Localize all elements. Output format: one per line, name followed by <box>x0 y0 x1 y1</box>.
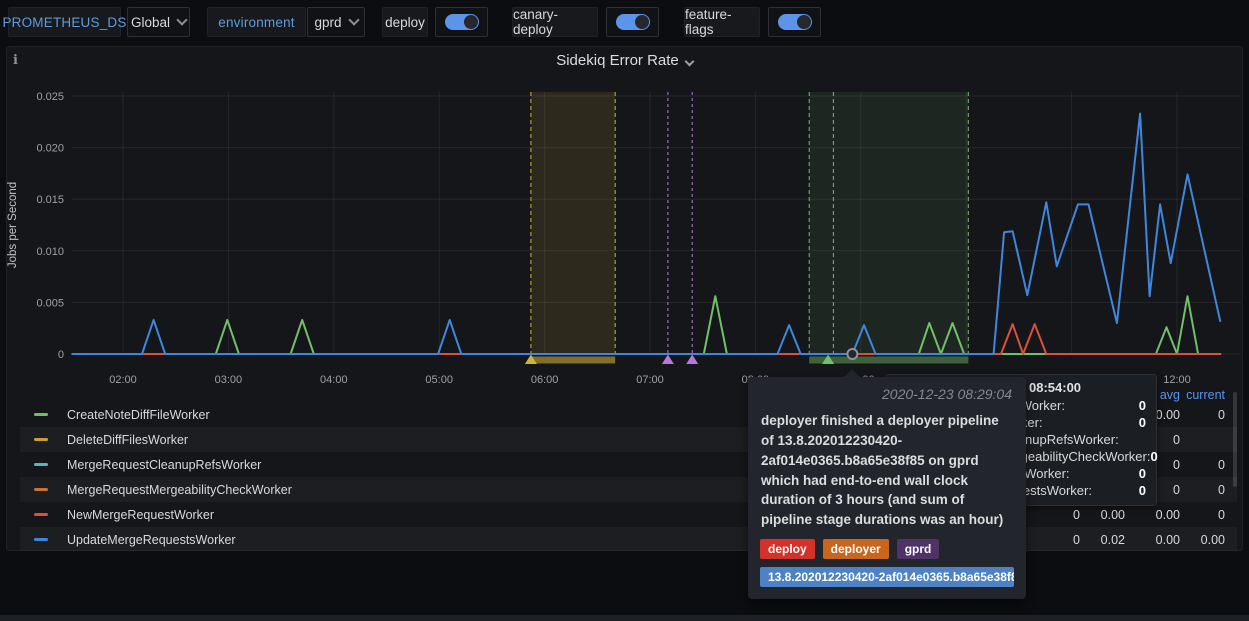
legend-series-name[interactable]: NewMergeRequestWorker <box>67 508 214 522</box>
legend-value-current: 0 <box>1218 458 1225 472</box>
x-axis-tick-label: 03:00 <box>215 374 243 386</box>
hover-series-value: 0 <box>1150 449 1157 464</box>
annotation-region <box>531 92 615 354</box>
x-axis-tick-label: 05:00 <box>425 374 453 386</box>
global-dropdown[interactable]: Global <box>127 7 190 37</box>
panel-title[interactable]: Sidekiq Error Rate <box>0 52 1249 69</box>
annotation-tag: 13.8.202012230420-2af014e0365.b8a65e38f8… <box>760 567 1014 587</box>
hover-series-value: 0 <box>1139 415 1146 430</box>
legend-value-avg: 0.00 <box>1156 408 1180 422</box>
annotation-region <box>809 92 968 354</box>
annotation-tags: deploy deployer gprd 13.8.202012230420-2af0… <box>748 539 1026 599</box>
series-line-UpdateMergeRequestsWorker <box>72 114 1220 355</box>
hover-series-value: 0 <box>1139 466 1146 481</box>
legend-series-marker <box>34 463 48 466</box>
legend-value-current: 0.00 <box>1201 533 1225 547</box>
legend-value-max: 0.02 <box>1101 533 1125 547</box>
environment-value: gprd <box>314 15 341 30</box>
deploy-toggle-label: deploy <box>382 7 428 37</box>
legend-series-name[interactable]: MergeRequestCleanupRefsWorker <box>67 458 261 472</box>
annotation-region-bar <box>531 357 615 364</box>
annotation-time: 2020-12-23 08:29:04 <box>748 377 1026 406</box>
toggle-on-switch <box>778 14 812 30</box>
datasource-button[interactable]: PROMETHEUS_DS <box>8 7 121 37</box>
annotation-marker-icon[interactable] <box>686 355 698 365</box>
annotation-tag: deploy <box>760 539 815 559</box>
canary-deploy-toggle[interactable] <box>606 7 659 37</box>
annotation-hover-point[interactable] <box>847 349 857 359</box>
legend-series-name[interactable]: MergeRequestMergeabilityCheckWorker <box>67 483 292 497</box>
y-axis-tick-label: 0 <box>58 349 64 361</box>
legend-value-min: 0 <box>1073 533 1080 547</box>
environment-value-dropdown[interactable]: gprd <box>307 7 365 37</box>
legend-row[interactable]: UpdateMergeRequestsWorker 0 0.02 0.00 0.00 <box>20 527 1237 551</box>
legend-scrollbar[interactable] <box>1233 392 1237 487</box>
feature-flags-toggle[interactable] <box>768 7 821 37</box>
legend-series-name[interactable]: CreateNoteDiffFileWorker <box>67 408 210 422</box>
annotation-tag: deployer <box>823 539 889 559</box>
legend-series-name[interactable]: UpdateMergeRequestsWorker <box>67 533 236 547</box>
x-axis-tick-label: 07:00 <box>636 374 664 386</box>
annotation-tooltip: 2020-12-23 08:29:04 deployer finished a … <box>748 377 1026 599</box>
legend-series-marker <box>34 438 48 441</box>
hover-series-value: 0 <box>1139 398 1146 413</box>
legend-value-avg: 0 <box>1173 483 1180 497</box>
legend-column-header-avg[interactable]: avg <box>1160 388 1180 402</box>
chevron-down-icon <box>348 14 359 25</box>
deploy-toggle[interactable] <box>435 7 488 37</box>
legend-series-marker <box>34 513 48 516</box>
dashboard-topbar: PROMETHEUS_DS Global environment gprd de… <box>0 0 1249 44</box>
chevron-down-icon <box>684 57 694 67</box>
x-axis-tick-label: 12:00 <box>1163 374 1191 386</box>
y-axis-tick-label: 0.015 <box>36 194 64 206</box>
legend-series-marker <box>34 413 48 416</box>
annotation-marker-icon[interactable] <box>662 355 674 365</box>
y-axis-tick-label: 0.010 <box>36 246 64 258</box>
series-line-CreateNoteDiffFileWorker <box>72 296 1220 354</box>
annotation-tag: gprd <box>897 539 940 559</box>
series-line-NewMergeRequestWorker <box>72 324 1220 354</box>
y-axis-tick-label: 0.025 <box>36 91 64 103</box>
x-axis-tick-label: 06:00 <box>531 374 559 386</box>
chevron-down-icon <box>176 14 187 25</box>
annotation-text: deployer finished a deployer pipeline of… <box>748 406 1026 539</box>
feature-flags-toggle-label: feature-flags <box>684 7 760 37</box>
y-axis-tick-label: 0.005 <box>36 297 64 309</box>
legend-value-current: 0 <box>1218 483 1225 497</box>
legend-series-marker <box>34 488 48 491</box>
datasource-label: PROMETHEUS_DS <box>2 15 126 30</box>
x-axis-tick-label: 02:00 <box>109 374 137 386</box>
legend-value-max: 0.00 <box>1101 508 1125 522</box>
hover-series-value: 0 <box>1139 483 1146 498</box>
legend-value-avg: 0.00 <box>1156 533 1180 547</box>
y-axis-tick-label: 0.020 <box>36 143 64 155</box>
legend-value-min: 0 <box>1073 508 1080 522</box>
legend-value-current: 0 <box>1218 508 1225 522</box>
y-axis-title: Jobs per Second <box>7 182 19 268</box>
global-dropdown-label: Global <box>131 15 170 30</box>
legend-column-header-current[interactable]: current <box>1186 388 1225 402</box>
legend-series-marker <box>34 538 48 541</box>
legend-value-current: 0 <box>1218 408 1225 422</box>
legend-value-avg: 0 <box>1173 458 1180 472</box>
canary-deploy-toggle-label: canary-deploy <box>512 7 598 37</box>
environment-variable-label[interactable]: environment <box>207 7 306 37</box>
legend-value-avg: 0.00 <box>1156 508 1180 522</box>
legend-value-avg: 0 <box>1173 433 1180 447</box>
x-axis-tick-label: 04:00 <box>320 374 348 386</box>
toggle-on-switch <box>445 14 479 30</box>
legend-series-name[interactable]: DeleteDiffFilesWorker <box>67 433 188 447</box>
toggle-on-switch <box>616 14 650 30</box>
